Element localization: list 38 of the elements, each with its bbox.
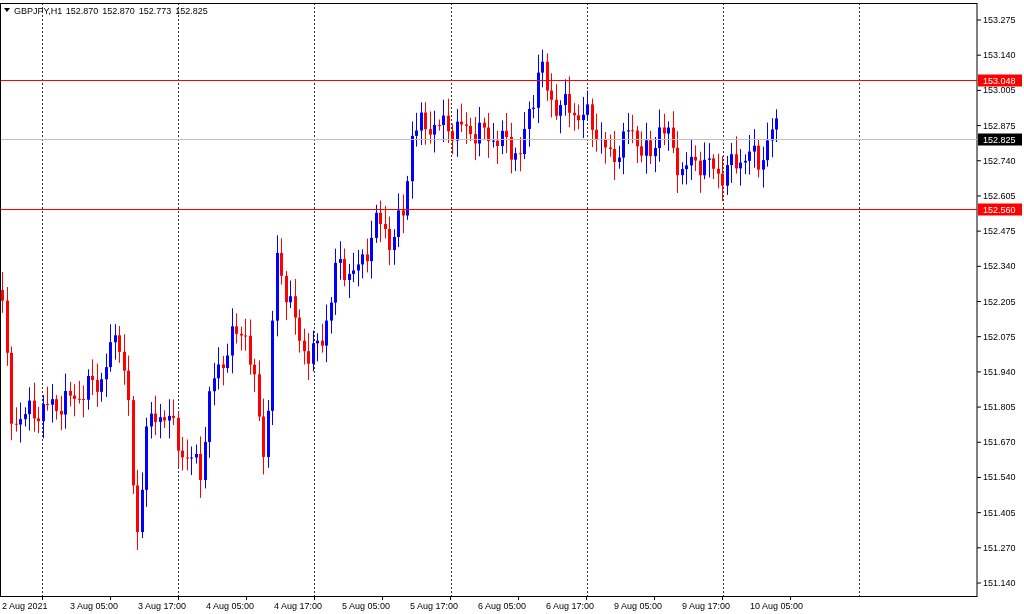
price-tag: 152.560 <box>978 203 1022 216</box>
price-axis-label: 153.140 <box>983 50 1016 61</box>
time-axis-label: 5 Aug 17:00 <box>410 601 459 611</box>
price-axis-label: 152.875 <box>983 120 1016 131</box>
price-axis-label: 151.670 <box>983 437 1016 448</box>
price-axis-label: 152.340 <box>983 261 1016 272</box>
price-axis-label: 151.805 <box>983 402 1016 413</box>
price-axis-label: 151.405 <box>983 507 1016 518</box>
symbol-label: GBPJPY,H1 <box>14 6 62 16</box>
price-tag: 152.825 <box>978 133 1022 146</box>
price-axis-label: 152.075 <box>983 331 1016 342</box>
price-axis-label: 152.205 <box>983 296 1016 307</box>
price-axis-label: 153.275 <box>983 15 1016 25</box>
dropdown-arrow-icon[interactable] <box>4 8 10 12</box>
time-axis-label: 6 Aug 05:00 <box>478 601 527 611</box>
quote-value: 152.870 <box>102 6 135 16</box>
price-axis-label: 151.940 <box>983 366 1016 377</box>
price-axis-label: 152.475 <box>983 226 1016 237</box>
time-axis-label: 3 Aug 05:00 <box>70 601 119 611</box>
price-axis-label: 151.270 <box>983 542 1016 553</box>
time-axis-label: 10 Aug 05:00 <box>750 601 804 611</box>
price-axis-label: 152.740 <box>983 155 1016 166</box>
price-tag: 153.048 <box>978 74 1022 87</box>
time-axis-label: 3 Aug 17:00 <box>138 601 187 611</box>
quote-value: 152.825 <box>175 6 208 16</box>
quote-value: 152.870 <box>65 6 99 16</box>
price-axis-label: 153.005 <box>983 85 1016 96</box>
price-axis-label: 152.605 <box>983 190 1016 201</box>
time-axis-label: 4 Aug 05:00 <box>206 601 255 611</box>
price-axis-label: 151.540 <box>983 472 1016 483</box>
quote-value: 152.773 <box>138 6 172 16</box>
time-axis-label: 9 Aug 17:00 <box>682 601 731 611</box>
time-axis-label: 4 Aug 17:00 <box>274 601 323 611</box>
time-axis-label: 9 Aug 05:00 <box>614 601 663 611</box>
time-axis-label: 5 Aug 05:00 <box>342 601 391 611</box>
time-axis-label: 2 Aug 2021 <box>2 601 48 611</box>
price-axis-label: 151.140 <box>983 578 1016 588</box>
time-axis-label: 6 Aug 17:00 <box>546 601 595 611</box>
